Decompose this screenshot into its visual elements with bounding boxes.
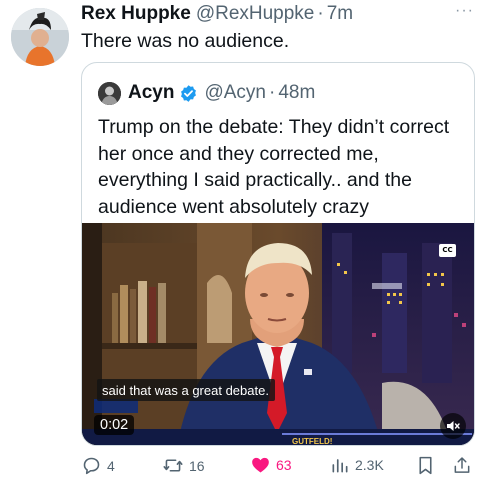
heart-filled-icon bbox=[252, 457, 269, 473]
video-player[interactable]: GUTFELD! CC said that was a great debate… bbox=[82, 223, 474, 446]
action-bar: 4 16 63 2.3K bbox=[81, 455, 471, 477]
tweet-timestamp[interactable]: 7m bbox=[327, 3, 353, 25]
author-name[interactable]: Rex Huppke bbox=[81, 3, 191, 25]
quoted-timestamp[interactable]: 48m bbox=[278, 82, 315, 104]
quoted-tweet-text: Trump on the debate: They didn’t correct… bbox=[98, 116, 450, 218]
share-icon bbox=[454, 457, 470, 473]
like-count: 63 bbox=[276, 457, 292, 473]
view-count: 2.3K bbox=[355, 457, 384, 473]
bookmark-icon bbox=[419, 456, 432, 475]
views-chart-icon bbox=[332, 459, 348, 473]
bookmark-button[interactable] bbox=[416, 455, 440, 476]
tweet-header: Rex Huppke @RexHuppke · 7m bbox=[81, 3, 472, 27]
video-caption: said that was a great debate. bbox=[97, 379, 275, 401]
verified-badge-icon bbox=[179, 84, 198, 103]
repost-count: 16 bbox=[189, 457, 205, 474]
separator-dot: · bbox=[317, 3, 324, 24]
author-handle[interactable]: @RexHuppke bbox=[196, 3, 315, 25]
closed-captions-button[interactable]: CC bbox=[439, 244, 456, 257]
author-avatar[interactable] bbox=[11, 8, 69, 66]
more-options-icon[interactable]: ··· bbox=[455, 3, 474, 19]
repost-button[interactable]: 16 bbox=[162, 455, 205, 476]
quoted-separator-dot: · bbox=[269, 82, 276, 103]
mute-button[interactable] bbox=[440, 413, 466, 439]
lower-third-text: GUTFELD! bbox=[292, 437, 332, 446]
views-button[interactable]: 2.3K bbox=[330, 455, 384, 475]
reply-button[interactable]: 4 bbox=[81, 455, 115, 476]
quoted-author-name[interactable]: Acyn bbox=[128, 82, 174, 104]
video-frame: GUTFELD! bbox=[82, 223, 474, 446]
like-button[interactable]: 63 bbox=[250, 455, 292, 475]
quoted-tweet[interactable]: Acyn @Acyn · 48m Trump on the debate: Th… bbox=[81, 62, 475, 446]
quoted-tweet-header: Acyn @Acyn · 48m bbox=[98, 81, 315, 105]
repost-icon bbox=[163, 459, 183, 472]
quoted-author-avatar[interactable] bbox=[98, 81, 121, 105]
share-button[interactable] bbox=[452, 455, 477, 476]
video-timestamp: 0:02 bbox=[94, 415, 135, 435]
reply-icon bbox=[83, 457, 100, 475]
speaker-muted-icon bbox=[447, 421, 460, 431]
quoted-author-handle[interactable]: @Acyn bbox=[204, 82, 266, 104]
reply-count: 4 bbox=[107, 457, 115, 474]
tweet-text: There was no audience. bbox=[81, 30, 290, 52]
